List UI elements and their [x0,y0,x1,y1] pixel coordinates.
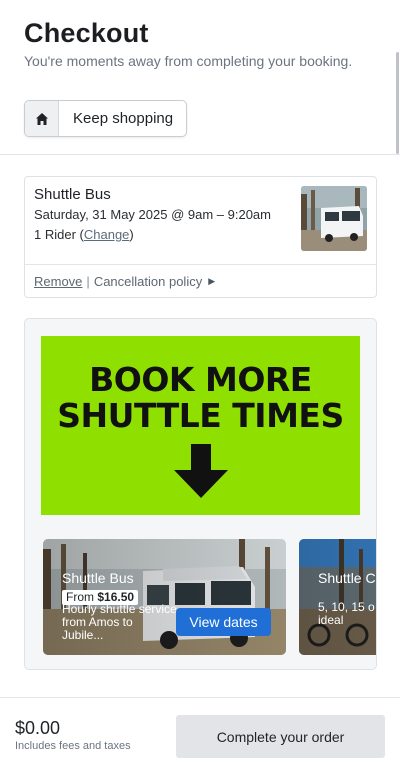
shuttle-tiles-carousel[interactable]: Shuttle Bus From $16.50 Hourly shuttle s… [43,539,376,655]
shuttle-bus-thumbnail [301,186,367,251]
shuttle-bus-tile[interactable]: Shuttle Bus From $16.50 Hourly shuttle s… [43,539,286,655]
page-scrollbar[interactable] [396,52,399,154]
cart-item-card: Shuttle Bus Saturday, 31 May 2025 @ 9am … [24,176,377,298]
cancellation-policy-link[interactable]: Cancellation policy [94,274,202,289]
banner-text: BOOK MORE SHUTTLE TIMES [41,362,360,434]
page-title: Checkout [24,18,149,48]
arrow-down-icon [174,444,228,498]
riders-text: 1 Rider ( [34,227,84,242]
complete-order-button[interactable]: Complete your order [176,715,385,758]
view-dates-button[interactable]: View dates [176,608,271,636]
keep-shopping-label: Keep shopping [73,110,174,127]
actions-separator: | [86,274,90,289]
header-divider [0,154,400,155]
tile-description: 5, 10, 15 o trips · The ideal [318,600,376,627]
tile-title: Shuttle Bus [62,570,134,586]
cart-item-date: Saturday, 31 May 2025 @ 9am – 9:20am [34,207,271,222]
shuttle-c-tile[interactable]: Shuttle C 5, 10, 15 o trips · The ideal [299,539,376,655]
checkout-bottom-bar: $0.00 Includes fees and taxes Complete y… [0,697,400,772]
page-subtitle: You're moments away from completing your… [24,53,353,69]
remove-item-link[interactable]: Remove [34,274,82,289]
tile-shade [299,539,376,655]
checkout-scroll-area[interactable]: Checkout You're moments away from comple… [0,0,400,696]
cart-item-actions: Remove | Cancellation policy ▶ [25,264,376,298]
banner-line-1: BOOK MORE [89,360,312,399]
order-total-note: Includes fees and taxes [15,740,131,752]
page-header: Checkout You're moments away from comple… [24,18,352,69]
change-riders-link[interactable]: Change [84,227,130,242]
caret-right-icon[interactable]: ▶ [208,276,215,287]
tile-title: Shuttle C [318,570,376,586]
banner-line-2: SHUTTLE TIMES [57,396,344,435]
book-more-banner: BOOK MORE SHUTTLE TIMES [41,336,360,515]
keep-shopping-button[interactable]: Keep shopping [24,100,187,137]
home-icon [25,101,59,136]
upsell-card: BOOK MORE SHUTTLE TIMES Shuttle Bus From… [24,318,377,670]
riders-close-paren: ) [129,227,134,242]
tile-description: Hourly shuttle service from Amos to Jubi… [62,602,177,642]
cart-item-riders: 1 Rider (Change) [34,227,134,242]
cart-item-name: Shuttle Bus [34,186,111,203]
order-total: $0.00 [15,718,61,738]
